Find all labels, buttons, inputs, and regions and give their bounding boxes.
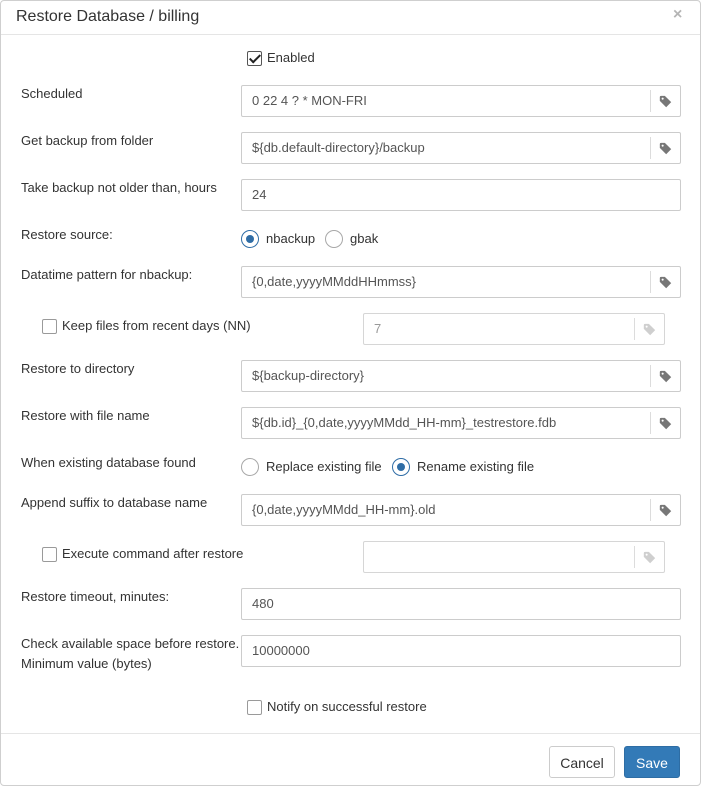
radio-gbak-label: gbak [350, 231, 379, 246]
enabled-label: Enabled [267, 50, 315, 65]
radio-replace[interactable] [241, 458, 259, 476]
tag-icon[interactable] [634, 546, 664, 568]
keep-files-value: 7 [374, 321, 382, 336]
restore-dir-input[interactable]: ${backup-directory} [241, 360, 681, 392]
backup-folder-input[interactable]: ${db.default-directory}/backup [241, 132, 681, 164]
notify-label: Notify on successful restore [267, 699, 427, 714]
keep-files-checkbox[interactable] [42, 319, 57, 334]
tag-icon[interactable] [650, 412, 680, 434]
close-icon[interactable]: × [673, 6, 682, 24]
tag-icon[interactable] [650, 90, 680, 112]
max-age-input[interactable]: 24 [241, 179, 681, 211]
radio-replace-label: Replace existing file [266, 459, 382, 474]
scheduled-input[interactable]: 0 22 4 ? * MON-FRI [241, 85, 681, 117]
radio-rename[interactable] [392, 458, 410, 476]
keep-files-label: Keep files from recent days (NN) [62, 318, 251, 333]
tag-icon[interactable] [650, 271, 680, 293]
radio-rename-label: Rename existing file [417, 459, 535, 474]
dialog-footer: Cancel Save [1, 733, 700, 786]
exec-cmd-label: Execute command after restore [62, 546, 244, 561]
datetime-pattern-input[interactable]: {0,date,yyyyMMddHHmmss} [241, 266, 681, 298]
existing-db-label: When existing database found [21, 455, 196, 470]
space-label-line1: Check available space before restore. [21, 636, 240, 651]
restore-dir-label: Restore to directory [21, 361, 135, 376]
tag-icon[interactable] [650, 137, 680, 159]
exec-cmd-input[interactable] [363, 541, 665, 573]
timeout-value: 480 [252, 596, 274, 611]
dialog-title: Restore Database / billing [16, 8, 200, 25]
restore-source-label: Restore source: [21, 227, 113, 242]
radio-nbackup[interactable] [241, 230, 259, 248]
scheduled-label: Scheduled [21, 86, 83, 101]
radio-nbackup-label: nbackup [266, 231, 316, 246]
restore-file-input[interactable]: ${db.id}_{0,date,yyyyMMdd_HH-mm}_testres… [241, 407, 681, 439]
restore-dir-value: ${backup-directory} [252, 368, 365, 383]
timeout-label: Restore timeout, minutes: [21, 589, 170, 604]
datetime-pattern-value: {0,date,yyyyMMddHHmmss} [252, 274, 416, 289]
exec-cmd-checkbox[interactable] [42, 547, 57, 562]
tag-icon[interactable] [650, 499, 680, 521]
scheduled-value: 0 22 4 ? * MON-FRI [252, 93, 367, 108]
restore-file-value: ${db.id}_{0,date,yyyyMMdd_HH-mm}_testres… [252, 415, 557, 430]
restore-database-dialog: Restore Database / billing × Enabled Sch… [0, 0, 701, 786]
suffix-label: Append suffix to database name [21, 495, 208, 510]
save-button[interactable]: Save [624, 746, 680, 778]
max-age-label: Take backup not older than, hours [21, 180, 217, 195]
backup-folder-value: ${db.default-directory}/backup [252, 140, 425, 155]
enabled-checkbox[interactable] [247, 51, 262, 66]
timeout-input[interactable]: 480 [241, 588, 681, 620]
restore-file-label: Restore with file name [21, 408, 150, 423]
datetime-pattern-label: Datatime pattern for nbackup: [21, 267, 193, 282]
space-input[interactable]: 10000000 [241, 635, 681, 667]
dialog-header: Restore Database / billing × [1, 1, 700, 35]
backup-folder-label: Get backup from folder [21, 133, 154, 148]
tag-icon[interactable] [634, 318, 664, 340]
max-age-value: 24 [252, 187, 267, 202]
keep-files-input[interactable]: 7 [363, 313, 665, 345]
suffix-input[interactable]: {0,date,yyyyMMdd_HH-mm}.old [241, 494, 681, 526]
tag-icon[interactable] [650, 365, 680, 387]
space-label-line2: Minimum value (bytes) [21, 656, 152, 671]
suffix-value: {0,date,yyyyMMdd_HH-mm}.old [252, 502, 436, 517]
radio-gbak[interactable] [325, 230, 343, 248]
cancel-button[interactable]: Cancel [549, 746, 615, 778]
space-value: 10000000 [252, 643, 310, 658]
notify-checkbox[interactable] [247, 700, 262, 715]
